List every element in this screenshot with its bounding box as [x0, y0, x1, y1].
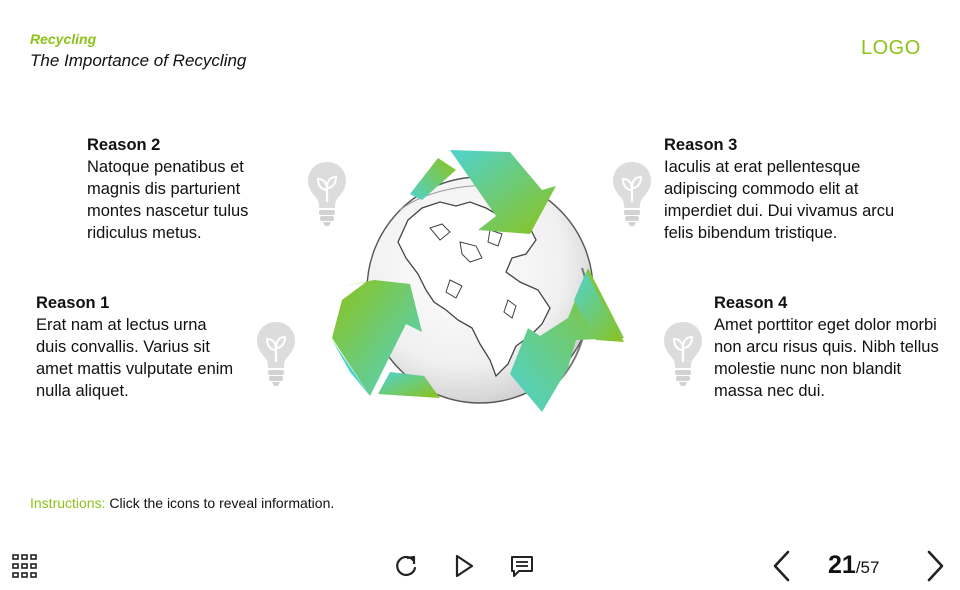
reason-1-lightbulb-icon[interactable]: [254, 318, 298, 388]
total-pages: /57: [855, 558, 880, 577]
instructions-text: Click the icons to reveal information.: [105, 495, 335, 511]
play-icon: [455, 554, 474, 578]
course-label: Recycling: [30, 31, 97, 47]
chevron-right-icon: [927, 550, 944, 582]
notes-button[interactable]: [509, 553, 535, 579]
menu-button[interactable]: [12, 554, 38, 578]
reason-2-text: Natoque penatibus et magnis dis parturie…: [87, 158, 249, 242]
notes-icon: [511, 556, 533, 577]
logo: LOGO: [861, 37, 921, 59]
reason-4-lightbulb-icon[interactable]: [661, 318, 705, 388]
prev-page-button[interactable]: [770, 549, 794, 583]
instructions: Instructions: Click the icons to reveal …: [30, 495, 334, 511]
page-counter: 21/57: [828, 551, 879, 580]
chevron-left-icon: [773, 550, 790, 582]
recycle-globe-icon: [330, 150, 628, 418]
reason-4-title: Reason 4: [714, 294, 788, 312]
replay-button[interactable]: [393, 553, 419, 579]
reason-3-title: Reason 3: [664, 136, 738, 154]
reason-4-block: Reason 4 Amet porttitor eget dolor morbi…: [714, 292, 944, 402]
current-page: 21: [828, 551, 856, 579]
reason-3-text: Iaculis at erat pellentesque adipiscing …: [664, 158, 895, 242]
reason-4-text: Amet porttitor eget dolor morbi non arcu…: [714, 316, 939, 400]
grid-menu-icon: [12, 554, 37, 578]
reason-1-text: Erat nam at lectus urna duis convallis. …: [36, 316, 234, 400]
reason-1-title: Reason 1: [36, 294, 110, 312]
reason-2-block: Reason 2 Natoque penatibus et magnis dis…: [87, 134, 287, 244]
reason-3-block: Reason 3 Iaculis at erat pellentesque ad…: [664, 134, 904, 244]
play-button[interactable]: [451, 553, 477, 579]
reason-2-title: Reason 2: [87, 136, 161, 154]
reason-1-block: Reason 1 Erat nam at lectus urna duis co…: [36, 292, 236, 402]
replay-icon: [396, 555, 417, 577]
next-page-button[interactable]: [923, 549, 947, 583]
slide-title: The Importance of Recycling: [30, 51, 247, 70]
instructions-label: Instructions:: [30, 495, 106, 511]
